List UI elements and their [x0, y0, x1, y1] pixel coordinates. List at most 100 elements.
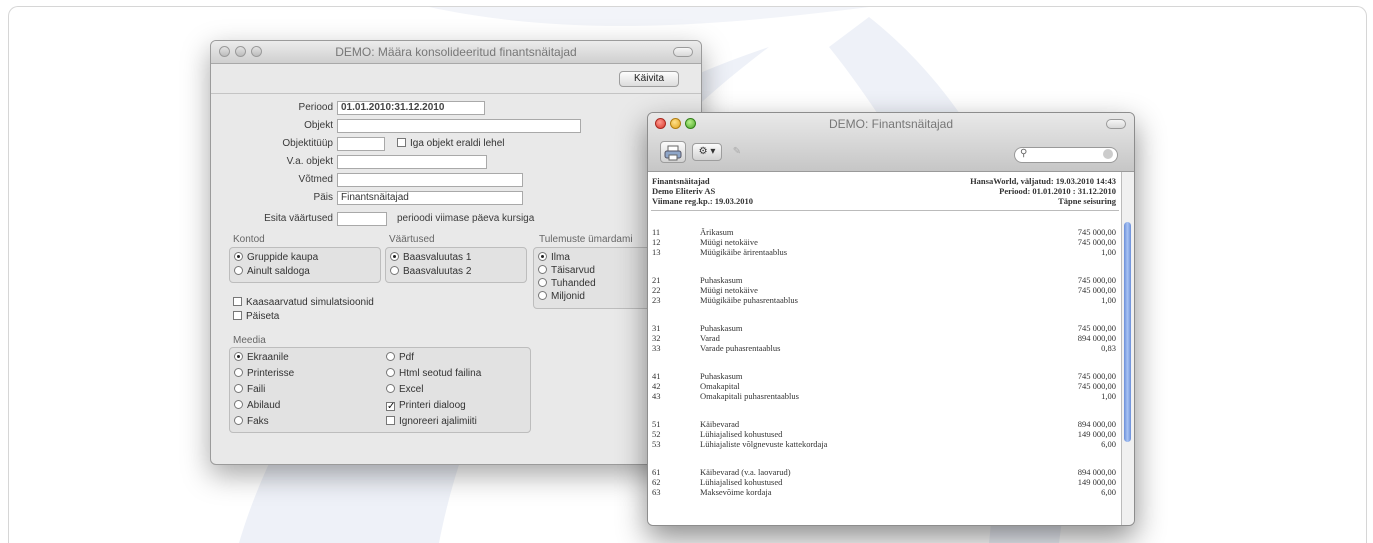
- run-button[interactable]: Käivita: [619, 71, 679, 87]
- radio-thousands[interactable]: Tuhanded: [538, 278, 596, 290]
- title-bar[interactable]: DEMO: Määra konsolideeritud finantsnäita…: [211, 41, 701, 64]
- radio-label: Excel: [399, 384, 424, 395]
- radio-label: Ekraanile: [247, 352, 289, 363]
- report-row: 41 Puhaskasum 745 000,00: [648, 371, 1122, 381]
- row-name: Müügikäibe puhasrentaablus: [700, 295, 798, 305]
- row-name: Müügi netokäive: [700, 285, 758, 295]
- search-input[interactable]: ⚲: [1014, 147, 1118, 163]
- row-value: 894 000,00: [1077, 419, 1116, 429]
- radio-balance-only[interactable]: Ainult saldoga: [234, 266, 310, 278]
- radio-icon: [386, 352, 395, 361]
- simulations-checkbox[interactable]: Kaasaarvatud simulatsioonid: [233, 297, 374, 309]
- row-code: 33: [652, 343, 661, 353]
- radio-icon: [234, 384, 243, 393]
- report-row: 11 Ärikasum 745 000,00: [648, 227, 1122, 237]
- row-value: 745 000,00: [1077, 371, 1116, 381]
- window-title: DEMO: Finantsnäitajad: [828, 117, 954, 131]
- report-row: 23 Müügikäibe puhasrentaablus 1,00: [648, 295, 1122, 305]
- radio-label: Abilaud: [247, 400, 281, 411]
- printer-dialog-checkbox[interactable]: ✓ Printeri dialoog: [386, 400, 466, 412]
- period-stamp: Periood: 01.01.2010 : 31.12.2010: [999, 186, 1116, 196]
- radio-base-currency-1[interactable]: Baasvaluutas 1: [390, 252, 471, 264]
- media-excel[interactable]: Excel: [386, 384, 423, 396]
- row-code: 22: [652, 285, 661, 295]
- row-code: 53: [652, 439, 661, 449]
- values-suffix: perioodi viimase päeva kursiga: [397, 213, 535, 224]
- header-input[interactable]: Finantsnäitajad: [337, 191, 523, 205]
- row-value: 745 000,00: [1077, 285, 1116, 295]
- radio-base-currency-2[interactable]: Baasvaluutas 2: [390, 266, 471, 278]
- header-label: Päis: [313, 192, 333, 203]
- vertical-scrollbar[interactable]: [1121, 172, 1134, 525]
- media-clipboard[interactable]: Abilaud: [234, 400, 280, 412]
- radio-label: Baasvaluutas 1: [403, 252, 472, 263]
- radio-none[interactable]: Ilma: [538, 252, 570, 264]
- radio-label: Faks: [247, 416, 269, 427]
- values-group: Baasvaluutas 1 Baasvaluutas 2: [385, 247, 527, 283]
- radio-integers[interactable]: Täisarvud: [538, 265, 595, 277]
- radio-label: Baasvaluutas 2: [403, 266, 472, 277]
- gear-icon[interactable]: ⚙ ▾: [692, 143, 722, 161]
- toolbar-toggle-button[interactable]: [673, 47, 693, 57]
- rounding-group-title: Tulemuste ümardami: [539, 234, 633, 245]
- media-group-title: Meedia: [233, 335, 266, 346]
- divider: [651, 210, 1119, 211]
- radio-label: Faili: [247, 384, 266, 395]
- radio-label: Tuhanded: [551, 278, 596, 289]
- except-object-input[interactable]: [337, 155, 487, 169]
- period-input[interactable]: 01.01.2010:31.12.2010: [337, 101, 485, 115]
- radio-label: Miljonid: [551, 291, 585, 302]
- radio-icon: [538, 278, 547, 287]
- pencil-icon[interactable]: ✎: [728, 143, 746, 161]
- row-value: 745 000,00: [1077, 275, 1116, 285]
- report-spec-window: DEMO: Määra konsolideeritud finantsnäita…: [210, 40, 702, 465]
- system-stamp: HansaWorld, väljatud: 19.03.2010 14:43: [970, 176, 1116, 186]
- radio-label: Html seotud failina: [399, 368, 482, 379]
- row-name: Müügikäibe ärirentaablus: [700, 247, 788, 257]
- row-name: Omakapitali puhasrentaablus: [700, 391, 799, 401]
- media-file[interactable]: Faili: [234, 384, 265, 396]
- row-code: 23: [652, 295, 661, 305]
- row-value: 894 000,00: [1077, 467, 1116, 477]
- radio-millions[interactable]: Miljonid: [538, 291, 585, 303]
- report-window: DEMO: Finantsnäitajad ⚙ ▾ ✎ ⚲ Finantsnäi…: [647, 112, 1135, 526]
- accounts-group: Gruppide kaupa Ainult saldoga: [229, 247, 381, 283]
- row-code: 43: [652, 391, 661, 401]
- row-code: 51: [652, 419, 661, 429]
- row-value: 745 000,00: [1077, 227, 1116, 237]
- media-html[interactable]: Html seotud failina: [386, 368, 481, 380]
- clear-icon[interactable]: [1103, 149, 1113, 159]
- radio-groups[interactable]: Gruppide kaupa: [234, 252, 318, 264]
- ignore-timelimit-checkbox[interactable]: Ignoreeri ajalimiiti: [386, 416, 477, 428]
- media-pdf[interactable]: Pdf: [386, 352, 414, 364]
- media-group: Ekraanile Printerisse Faili Abilaud Faks…: [229, 347, 531, 433]
- show-values-input[interactable]: [337, 212, 387, 226]
- keys-label: Võtmed: [298, 174, 333, 185]
- report-row: 12 Müügi netokäive 745 000,00: [648, 237, 1122, 247]
- toolbar-toggle-button[interactable]: [1106, 119, 1126, 129]
- scrollbar-thumb[interactable]: [1124, 222, 1131, 442]
- radio-icon: [234, 416, 243, 425]
- radio-icon: [234, 368, 243, 377]
- object-type-input[interactable]: [337, 137, 385, 151]
- title-bar[interactable]: DEMO: Finantsnäitajad ⚙ ▾ ✎ ⚲: [648, 113, 1134, 172]
- media-screen[interactable]: Ekraanile: [234, 352, 289, 364]
- row-code: 61: [652, 467, 661, 477]
- separate-page-checkbox[interactable]: Iga objekt eraldi lehel: [397, 138, 505, 150]
- keys-input[interactable]: [337, 173, 523, 187]
- no-header-checkbox[interactable]: Päiseta: [233, 311, 279, 323]
- row-name: Lühiajaliste võlgnevuste kattekordaja: [700, 439, 828, 449]
- row-code: 13: [652, 247, 661, 257]
- row-name: Ärikasum: [700, 227, 734, 237]
- values-group-title: Väärtused: [389, 234, 435, 245]
- except-object-label: V.a. objekt: [286, 156, 333, 167]
- media-printer[interactable]: Printerisse: [234, 368, 294, 380]
- report-row: 51 Käibevarad 894 000,00: [648, 419, 1122, 429]
- object-input[interactable]: [337, 119, 581, 133]
- print-icon[interactable]: [660, 141, 686, 163]
- media-fax[interactable]: Faks: [234, 416, 269, 428]
- row-value: 149 000,00: [1077, 429, 1116, 439]
- company-name: Demo Eliteriv AS: [652, 186, 716, 196]
- report-row: 61 Käibevarad (v.a. laovarud) 894 000,00: [648, 467, 1122, 477]
- last-reg-date: Viimane reg.kp.: 19.03.2010: [652, 196, 754, 206]
